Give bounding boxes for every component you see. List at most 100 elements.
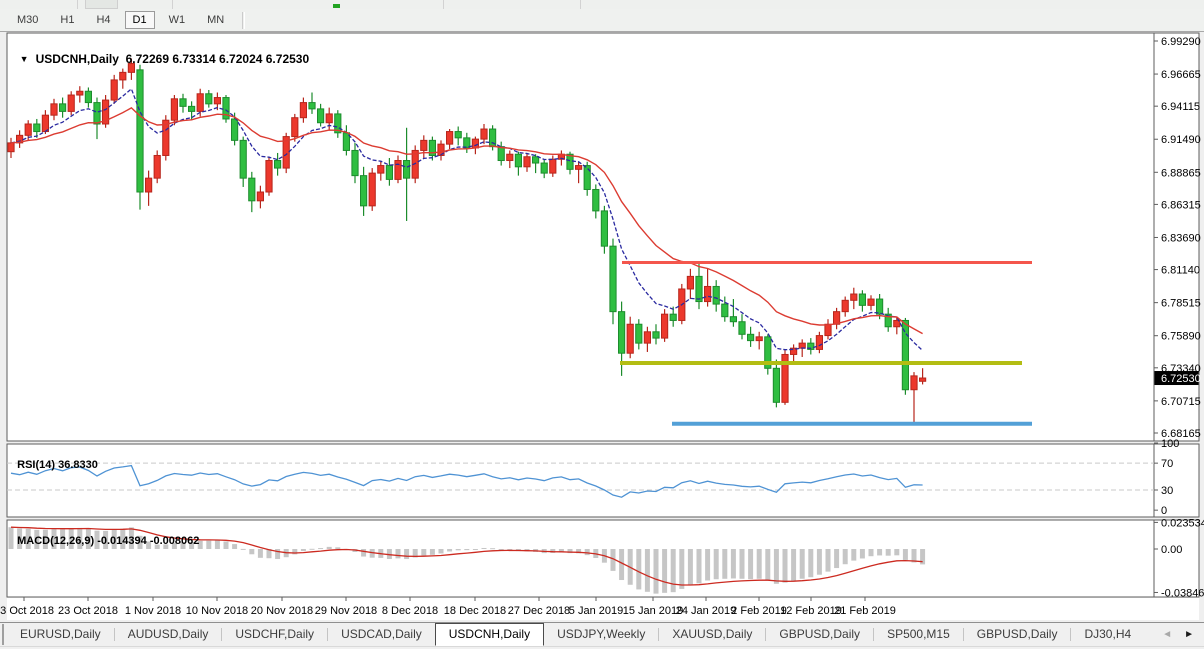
candle-body	[34, 124, 40, 132]
rsi-value: 36.8330	[58, 459, 98, 471]
chart-tab-xauusd-daily[interactable]: XAUUSD,Daily	[659, 623, 765, 646]
candle-body	[920, 378, 926, 381]
macd-histogram-bar	[490, 548, 495, 549]
timeframe-button-h1[interactable]: H1	[52, 11, 82, 29]
candle-body	[705, 286, 711, 301]
macd-histogram-bar	[636, 549, 641, 589]
time-tick-label: 27 Dec 2018	[508, 605, 570, 617]
chart-ohlc-values: 6.72269 6.73314 6.72024 6.72530	[126, 52, 310, 66]
chart-tab-gbpusd-daily[interactable]: GBPUSD,Daily	[964, 623, 1071, 646]
rsi-axis-label: 100	[1161, 438, 1179, 450]
price-tick-label: 6.86315	[1161, 199, 1201, 211]
macd-histogram-bar	[645, 549, 650, 592]
macd-histogram-bar	[585, 549, 590, 555]
toolbar-separator	[443, 0, 444, 9]
macd-histogram-bar	[439, 549, 444, 553]
macd-histogram-bar	[327, 547, 332, 549]
candle-body	[266, 161, 272, 192]
time-tick-label: 21 Feb 2019	[834, 605, 896, 617]
candle-body	[85, 91, 91, 102]
toolbar-separator	[580, 0, 581, 9]
candle-body	[627, 324, 633, 353]
macd-histogram-bar	[817, 549, 822, 575]
candle-body	[877, 299, 883, 314]
timeframe-button-w1[interactable]: W1	[161, 11, 194, 29]
candle-body	[610, 246, 616, 311]
candle-body	[834, 312, 840, 325]
rsi-indicator-label: RSI(14) 36.8330	[11, 447, 98, 471]
macd-histogram-bar	[654, 549, 659, 594]
candle-body	[730, 317, 736, 322]
timeframe-button-m30[interactable]: M30	[9, 11, 46, 29]
chart-tab-usdchf-daily[interactable]: USDCHF,Daily	[222, 623, 327, 646]
candle-body	[902, 320, 908, 389]
macd-histogram-bar	[903, 549, 908, 560]
tab-scroll-left-icon[interactable]: ◄	[1162, 630, 1172, 640]
price-tick-label: 6.96665	[1161, 69, 1201, 81]
candle-body	[455, 132, 461, 138]
candle-body	[722, 304, 728, 317]
macd-histogram-bar	[464, 549, 469, 550]
macd-histogram-bar	[258, 549, 263, 558]
candle-body	[472, 139, 478, 148]
macd-histogram-bar	[318, 548, 323, 549]
candle-body	[137, 70, 143, 192]
time-tick-label: 1 Nov 2018	[125, 605, 181, 617]
price-tick-label: 6.75890	[1161, 331, 1201, 343]
macd-histogram-bar	[241, 549, 246, 550]
macd-histogram-bar	[697, 549, 702, 583]
macd-histogram-bar	[447, 549, 452, 551]
candle-body	[687, 276, 693, 289]
time-tick-label: 2 Feb 2019	[731, 605, 787, 617]
price-tick-label: 6.78515	[1161, 298, 1201, 310]
chart-tab-usdcad-daily[interactable]: USDCAD,Daily	[328, 623, 435, 646]
candle-body	[68, 95, 74, 111]
macd-histogram-bar	[421, 549, 426, 555]
candle-body	[842, 300, 848, 311]
macd-histogram-bar	[783, 549, 788, 583]
candle-body	[146, 178, 152, 192]
chart-tab-usdcnh-daily[interactable]: USDCNH,Daily	[435, 623, 544, 646]
candle-body	[619, 312, 625, 354]
candle-body	[386, 166, 392, 180]
macd-histogram-bar	[860, 549, 865, 558]
chart-tab-dj30-h4[interactable]: DJ30,H4	[1071, 623, 1144, 646]
chart-symbol-period: USDCNH,Daily	[36, 52, 119, 66]
macd-histogram-bar	[215, 540, 220, 549]
tab-scroll-right-icon[interactable]: ►	[1184, 630, 1194, 640]
macd-histogram-bar	[679, 549, 684, 589]
time-tick-label: 29 Nov 2018	[315, 605, 377, 617]
candle-body	[154, 155, 160, 178]
macd-histogram-bar	[774, 549, 779, 584]
macd-histogram-bar	[757, 549, 762, 579]
timeframe-button-mn[interactable]: MN	[199, 11, 232, 29]
macd-histogram-bar	[851, 549, 856, 561]
chart-tab-gbpusd-daily[interactable]: GBPUSD,Daily	[766, 623, 873, 646]
macd-histogram-bar	[335, 547, 340, 549]
macd-histogram-bar	[404, 549, 409, 559]
candle-body	[825, 324, 831, 335]
macd-histogram-bar	[396, 549, 401, 558]
timeframe-button-h4[interactable]: H4	[88, 11, 118, 29]
time-tick-label: 10 Nov 2018	[186, 605, 248, 617]
candle-body	[77, 91, 83, 95]
chart-tab-audusd-daily[interactable]: AUDUSD,Daily	[115, 623, 222, 646]
macd-histogram-bar	[886, 549, 891, 556]
macd-histogram-bar	[731, 549, 736, 578]
rsi-pane[interactable]	[7, 444, 1199, 517]
candle-body	[326, 114, 332, 123]
candle-body	[739, 322, 745, 335]
toolbar-button-remnant	[85, 0, 118, 9]
tab-list-button[interactable]	[2, 624, 4, 645]
candle-body	[232, 119, 238, 140]
chart-tab-usdjpy-weekly[interactable]: USDJPY,Weekly	[544, 623, 658, 646]
timeframe-button-d1[interactable]: D1	[125, 11, 155, 29]
chart-tab-eurusd-daily[interactable]: EURUSD,Daily	[7, 623, 114, 646]
candle-body	[601, 211, 607, 246]
candle-body	[515, 154, 521, 167]
price-tick-label: 6.91490	[1161, 134, 1201, 146]
price-tick-label: 6.99290	[1161, 36, 1201, 48]
time-tick-label: 24 Jan 2019	[676, 605, 737, 617]
rsi-axis-label: 0	[1161, 505, 1167, 517]
chart-tab-sp500-m15[interactable]: SP500,M15	[874, 623, 963, 646]
